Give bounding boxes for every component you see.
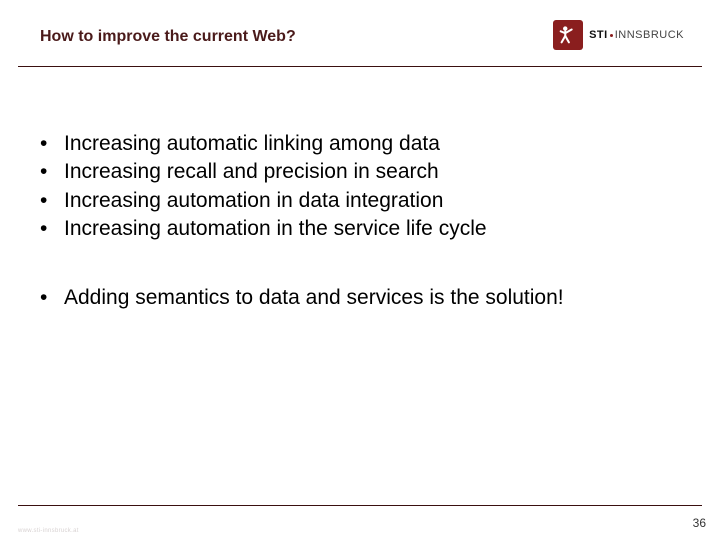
bullet-text: Increasing automatic linking among data [64,130,440,157]
list-item: • Increasing automatic linking among dat… [40,130,680,157]
list-item: • Increasing recall and precision in sea… [40,158,680,185]
bullet-dot-icon: • [40,158,64,185]
list-item: • Adding semantics to data and services … [40,284,680,311]
logo-text-light: INNSBRUCK [615,29,684,41]
footer-watermark: www.sti-innsbruck.at [18,528,79,534]
bullet-dot-icon: • [40,284,64,311]
sti-logo: STI INNSBRUCK [553,20,684,50]
list-item: • Increasing automation in the service l… [40,215,680,242]
logo-text-bold: STI [589,29,608,41]
bullet-dot-icon: • [40,187,64,214]
bullet-text: Increasing recall and precision in searc… [64,158,439,185]
divider-top [18,66,702,67]
bullet-dot-icon: • [40,215,64,242]
bullet-group-1: • Increasing automatic linking among dat… [40,130,680,242]
bullet-group-2: • Adding semantics to data and services … [40,284,680,311]
sti-logo-text: STI INNSBRUCK [589,29,684,41]
bullet-text: Increasing automation in the service lif… [64,215,487,242]
list-item: • Increasing automation in data integrat… [40,187,680,214]
slide-title: How to improve the current Web? [40,28,296,46]
divider-bottom [18,505,702,506]
bullet-text: Adding semantics to data and services is… [64,284,564,311]
bullet-dot-icon: • [40,130,64,157]
bullet-text: Increasing automation in data integratio… [64,187,443,214]
logo-dot-icon [610,34,613,37]
sti-logo-icon [553,20,583,50]
slide-body: • Increasing automatic linking among dat… [40,130,680,353]
page-number: 36 [693,516,706,530]
